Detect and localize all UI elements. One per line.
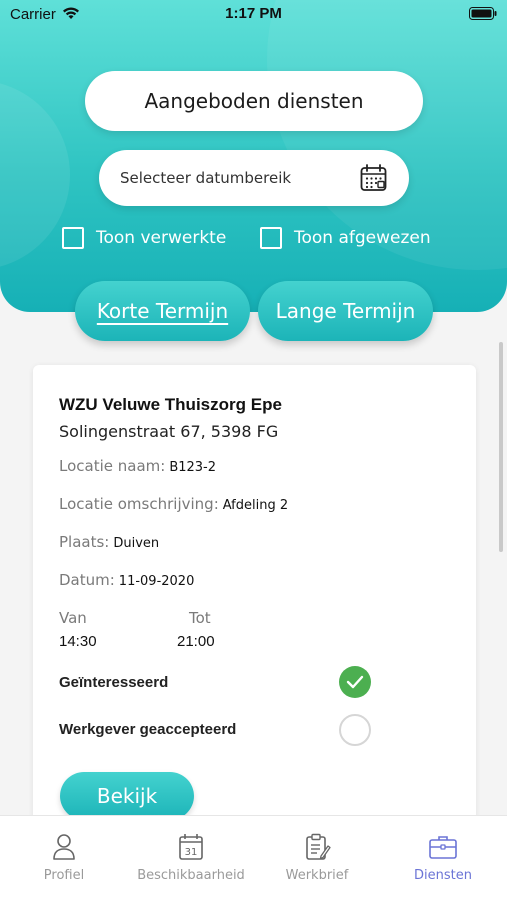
- nav-label: Diensten: [414, 868, 472, 883]
- location-name-field: Locatie naam: B123-2: [59, 457, 216, 475]
- date-range-picker[interactable]: Selecteer datumbereik: [99, 150, 409, 206]
- nav-item-worksheet[interactable]: Werkbrief: [267, 816, 367, 900]
- tab-label: Lange Termijn: [275, 299, 416, 323]
- filter-label: Toon afgewezen: [294, 228, 431, 248]
- date-field: Datum: 11-09-2020: [59, 571, 194, 589]
- place-field: Plaats: Duiven: [59, 533, 159, 551]
- filter-show-rejected[interactable]: Toon afgewezen: [260, 226, 431, 250]
- organization-address: Solingenstraat 67, 5398 FG: [59, 422, 279, 441]
- shift-card: WZU Veluwe Thuiszorg Epe Solingenstraat …: [33, 365, 476, 825]
- user-icon: [49, 832, 79, 862]
- field-label: Locatie naam:: [59, 457, 166, 475]
- date-range-placeholder: Selecteer datumbereik: [120, 169, 292, 187]
- field-value: Duiven: [113, 536, 160, 551]
- location-description-field: Locatie omschrijving: Afdeling 2: [59, 495, 288, 513]
- bottom-nav: Profiel 31 Beschikbaarheid Werkbrief Die…: [0, 815, 507, 900]
- field-value: 11-09-2020: [118, 574, 195, 589]
- nav-item-availability[interactable]: 31 Beschikbaarheid: [126, 816, 256, 900]
- field-label: Plaats:: [59, 533, 110, 551]
- view-button[interactable]: Bekijk: [60, 772, 194, 820]
- start-time-label: Van: [59, 609, 87, 627]
- checkbox[interactable]: [62, 227, 84, 249]
- tab-label: Korte Termijn: [96, 299, 229, 323]
- field-value: B123-2: [169, 460, 217, 475]
- field-value: Afdeling 2: [222, 498, 289, 513]
- check-icon: [339, 666, 371, 698]
- tab-long-term[interactable]: Lange Termijn: [258, 281, 433, 341]
- decorative-circle: [0, 80, 70, 270]
- filter-label: Toon verwerkte: [96, 228, 227, 248]
- filter-show-processed[interactable]: Toon verwerkte: [62, 226, 226, 250]
- field-label: Datum:: [59, 571, 115, 589]
- nav-item-services[interactable]: Diensten: [393, 816, 493, 900]
- clock-label: 1:17 PM: [225, 5, 282, 22]
- field-label: Locatie omschrijving:: [59, 495, 219, 513]
- scrollbar[interactable]: [499, 342, 503, 552]
- status-employer-accepted-label: Werkgever geaccepteerd: [59, 721, 237, 738]
- status-bar: Carrier 1:17 PM: [0, 0, 507, 30]
- calendar-icon[interactable]: [359, 163, 389, 193]
- nav-label: Werkbrief: [285, 868, 349, 883]
- clipboard-icon: [302, 832, 332, 862]
- empty-circle-icon: [339, 714, 371, 746]
- checkbox[interactable]: [260, 227, 282, 249]
- briefcase-icon: [428, 832, 458, 862]
- nav-label: Profiel: [43, 868, 85, 883]
- nav-item-profile[interactable]: Profiel: [14, 816, 114, 900]
- tab-short-term[interactable]: Korte Termijn: [75, 281, 250, 341]
- end-time-value: 21:00: [177, 633, 215, 650]
- status-interested-label: Geïnteresseerd: [59, 674, 169, 691]
- svg-text:31: 31: [185, 847, 198, 858]
- start-time-value: 14:30: [59, 633, 97, 650]
- page-title: Aangeboden diensten: [85, 71, 423, 131]
- organization-name: WZU Veluwe Thuiszorg Epe: [59, 395, 282, 414]
- battery-icon: [469, 7, 497, 24]
- calendar-31-icon: 31: [176, 832, 206, 862]
- end-time-label: Tot: [189, 609, 211, 627]
- header: Carrier 1:17 PM Aangeboden diensten Sele…: [0, 0, 507, 312]
- nav-label: Beschikbaarheid: [137, 868, 245, 883]
